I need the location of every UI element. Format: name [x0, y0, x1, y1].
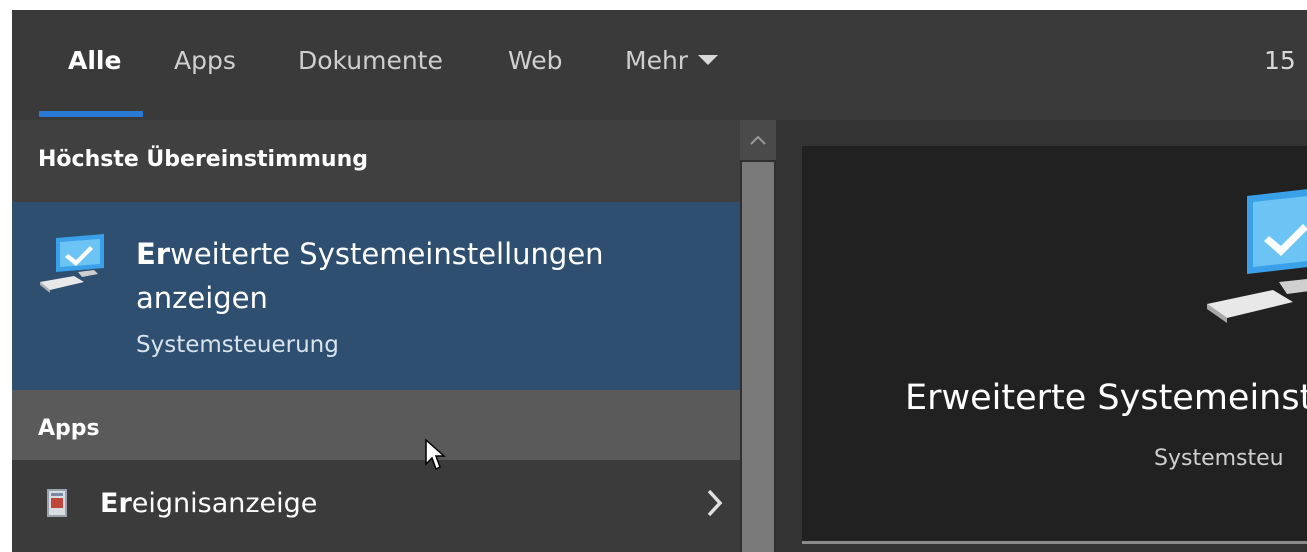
tab-alle[interactable]: Alle	[68, 46, 121, 76]
tab-mehr-label: Mehr	[625, 46, 689, 75]
tabbar-count: 15	[1264, 46, 1296, 75]
tab-dokumente[interactable]: Dokumente	[298, 46, 443, 76]
search-window: Alle Apps Dokumente Web Mehr 15 Höchste …	[12, 10, 1307, 552]
tab-web[interactable]: Web	[508, 46, 563, 76]
app-result-label-rest: eignisanzeige	[131, 488, 318, 519]
app-result-label-bold: Er	[100, 488, 132, 519]
results-list: Höchste Übereinstimmung Erweiterte Syste…	[12, 120, 740, 552]
chevron-right-icon[interactable]	[704, 486, 726, 520]
caret-down-icon	[698, 55, 719, 65]
apps-section-header: Apps	[12, 390, 740, 460]
best-match-item[interactable]: Erweiterte Systemeinstellungen anzeigen S…	[12, 202, 740, 390]
scroll-thumb[interactable]	[742, 162, 774, 552]
best-match-subtitle: Systemsteuerung	[136, 332, 339, 358]
app-result-label: Ereignisanzeige	[100, 488, 317, 519]
chevron-up-icon	[750, 135, 766, 145]
computer-settings-icon	[40, 234, 104, 293]
best-match-header-label: Höchste Übereinstimmung	[38, 147, 368, 172]
screenshot-frame: Alle Apps Dokumente Web Mehr 15 Höchste …	[0, 0, 1307, 552]
event-viewer-icon	[47, 489, 67, 517]
search-tab-bar: Alle Apps Dokumente Web Mehr 15	[12, 10, 1307, 120]
best-match-header: Höchste Übereinstimmung	[12, 120, 740, 202]
preview-title: Erweiterte Systemeinst	[905, 378, 1307, 418]
active-tab-indicator	[39, 111, 143, 117]
results-scrollbar[interactable]	[740, 120, 776, 552]
preview-panel: Erweiterte Systemeinst Systemsteu	[802, 146, 1307, 544]
tab-mehr[interactable]: Mehr	[625, 46, 719, 76]
best-match-title-line2: anzeigen	[136, 281, 268, 315]
computer-settings-icon	[1207, 189, 1307, 323]
best-match-title-rest: weiterte Systemeinstellungen	[170, 237, 604, 271]
preview-subtitle: Systemsteu	[1154, 446, 1284, 471]
scroll-up-button[interactable]	[740, 120, 776, 160]
preview-divider	[802, 541, 1307, 544]
best-match-title-bold: Er	[136, 237, 171, 271]
best-match-title: Erweiterte Systemeinstellungen anzeigen	[136, 232, 696, 320]
tab-apps[interactable]: Apps	[174, 46, 236, 76]
apps-section-header-label: Apps	[38, 416, 100, 441]
app-result-item[interactable]: Ereignisanzeige	[12, 460, 740, 552]
mouse-cursor-icon	[425, 438, 446, 471]
